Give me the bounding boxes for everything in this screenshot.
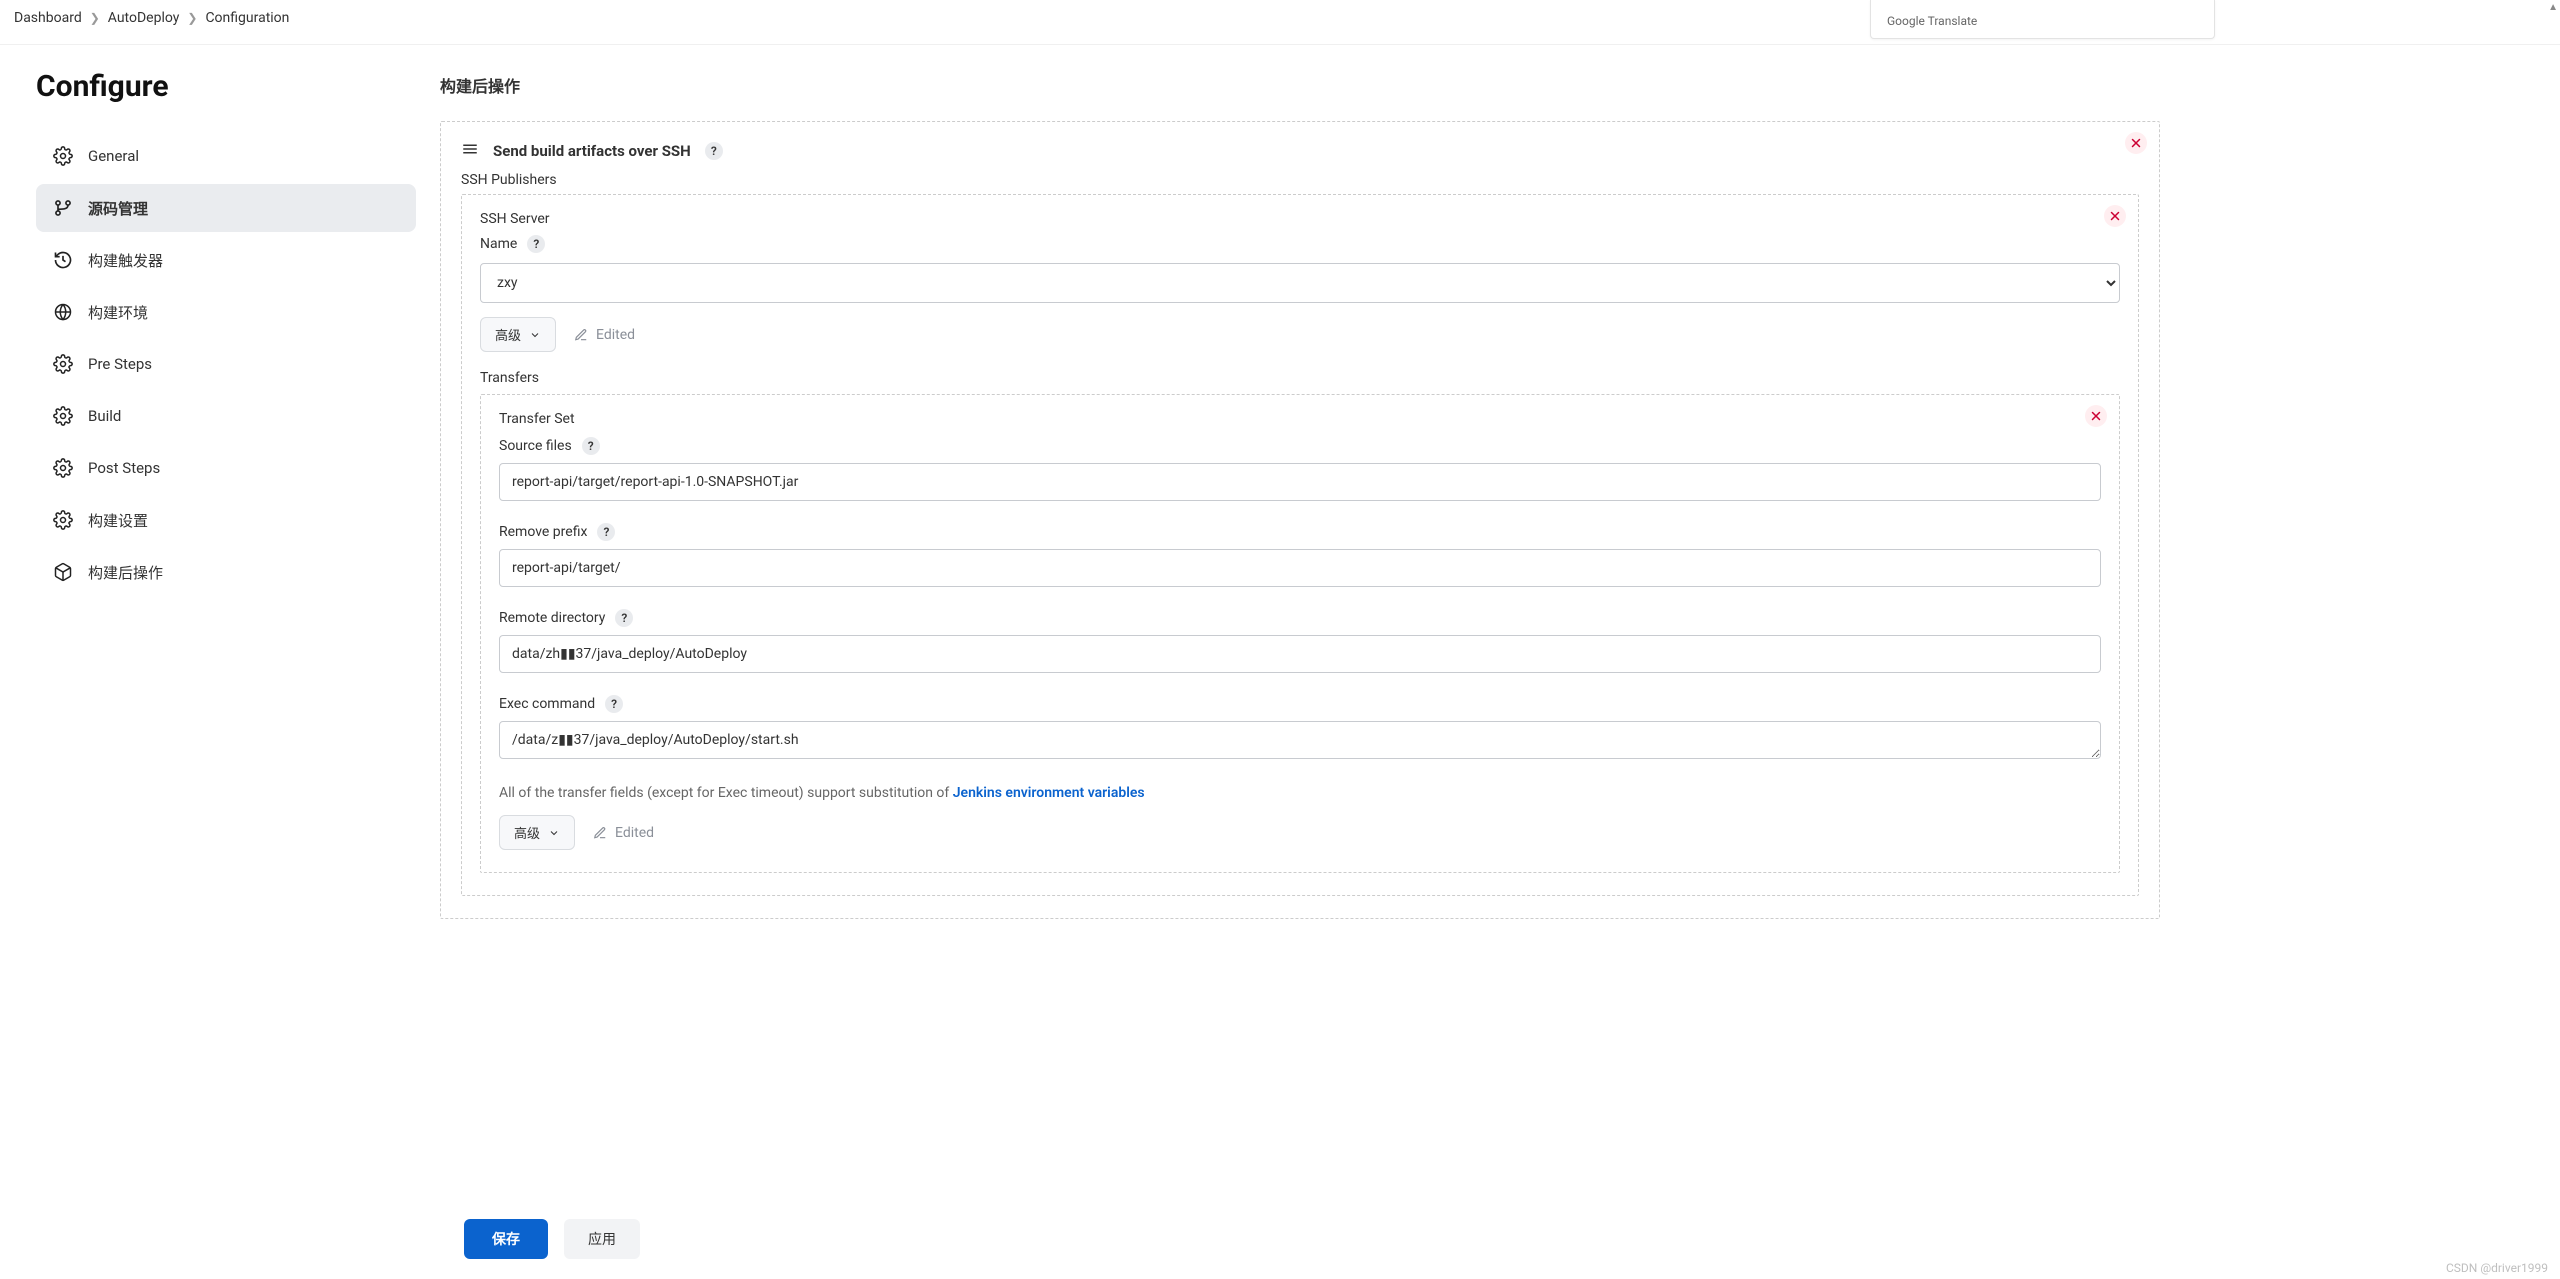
sidebar-item-label: 构建触发器 [88, 250, 163, 271]
transfers-label: Transfers [480, 370, 2120, 386]
page-title: Configure [36, 69, 416, 104]
sidebar-item-label: Pre Steps [88, 355, 152, 373]
advanced-button[interactable]: 高级 [480, 317, 556, 352]
globe-icon [52, 301, 74, 323]
sidebar-item-label: General [88, 147, 139, 165]
google-translate-chip[interactable]: Google Translate [1870, 0, 2215, 39]
jenkins-env-vars-link[interactable]: Jenkins environment variables [953, 785, 1145, 801]
breadcrumb-configuration[interactable]: Configuration [205, 10, 289, 26]
edited-indicator: Edited [593, 825, 654, 841]
ssh-server-panel: SSH Server Name ? zxy 高级 [461, 194, 2139, 896]
source-files-input[interactable] [499, 463, 2101, 501]
breadcrumb-dashboard[interactable]: Dashboard [14, 10, 82, 26]
help-icon[interactable]: ? [582, 437, 600, 455]
action-bar: 保存 应用 [440, 1199, 2560, 1279]
google-translate-label: Google Translate [1887, 14, 1977, 28]
breadcrumb-autodeploy[interactable]: AutoDeploy [108, 10, 180, 26]
watermark: CSDN @driver1999 [2446, 1261, 2548, 1275]
drag-handle-icon[interactable] [461, 140, 479, 162]
help-icon[interactable]: ? [705, 142, 723, 160]
transfer-set-panel: Transfer Set Source files ? Remove prefi… [480, 394, 2120, 873]
sidebar-item-7[interactable]: 构建设置 [36, 496, 416, 544]
remove-prefix-input[interactable] [499, 549, 2101, 587]
sidebar-item-3[interactable]: 构建环境 [36, 288, 416, 336]
sidebar-item-8[interactable]: 构建后操作 [36, 548, 416, 596]
branch-icon [52, 197, 74, 219]
history-icon [52, 249, 74, 271]
ssh-panel-title: Send build artifacts over SSH [493, 142, 691, 160]
gear-icon [52, 353, 74, 375]
main-content: 构建后操作 Send build artifacts over SSH ? SS… [440, 45, 2160, 1083]
remove-ssh-server-button[interactable] [2104, 205, 2126, 227]
package-icon [52, 561, 74, 583]
chevron-right-icon: ❯ [187, 11, 197, 25]
sidebar-item-2[interactable]: 构建触发器 [36, 236, 416, 284]
sidebar-item-label: Build [88, 407, 121, 425]
sidebar-item-label: 构建后操作 [88, 562, 163, 583]
remote-directory-input[interactable] [499, 635, 2101, 673]
ssh-server-select[interactable]: zxy [480, 263, 2120, 303]
help-icon[interactable]: ? [597, 523, 615, 541]
sidebar-item-label: 构建环境 [88, 302, 148, 323]
remove-transfer-set-button[interactable] [2085, 405, 2107, 427]
gear-icon [52, 457, 74, 479]
ssh-server-heading: SSH Server [480, 211, 2120, 227]
sidebar-item-6[interactable]: Post Steps [36, 444, 416, 492]
remove-ssh-block-button[interactable] [2125, 132, 2147, 154]
edited-indicator: Edited [574, 327, 635, 343]
remote-directory-label: Remote directory [499, 610, 605, 626]
transfer-hint: All of the transfer fields (except for E… [499, 785, 2101, 801]
transfer-set-heading: Transfer Set [499, 411, 2101, 427]
sidebar-item-5[interactable]: Build [36, 392, 416, 440]
sidebar-item-0[interactable]: General [36, 132, 416, 180]
apply-button[interactable]: 应用 [564, 1219, 640, 1259]
sidebar-item-label: 构建设置 [88, 510, 148, 531]
sidebar-item-4[interactable]: Pre Steps [36, 340, 416, 388]
sidebar: Configure General 源码管理构建触发器构建环境 Pre Steps B… [0, 45, 440, 1083]
remove-prefix-label: Remove prefix [499, 524, 587, 540]
section-title: 构建后操作 [440, 73, 2160, 97]
gear-icon [52, 509, 74, 531]
gear-icon [52, 145, 74, 167]
help-icon[interactable]: ? [615, 609, 633, 627]
chevron-right-icon: ❯ [90, 11, 100, 25]
ssh-artifacts-panel: Send build artifacts over SSH ? SSH Publ… [440, 121, 2160, 919]
help-icon[interactable]: ? [605, 695, 623, 713]
sidebar-item-label: 源码管理 [88, 198, 148, 219]
ssh-publishers-label: SSH Publishers [461, 172, 2139, 188]
source-files-label: Source files [499, 438, 572, 454]
advanced-button[interactable]: 高级 [499, 815, 575, 850]
exec-command-label: Exec command [499, 696, 595, 712]
exec-command-input[interactable] [499, 721, 2101, 759]
save-button[interactable]: 保存 [464, 1219, 548, 1259]
sidebar-item-1[interactable]: 源码管理 [36, 184, 416, 232]
scroll-indicator: ▲ [2548, 2, 2558, 13]
ssh-server-name-label: Name [480, 236, 517, 252]
help-icon[interactable]: ? [527, 235, 545, 253]
gear-icon [52, 405, 74, 427]
sidebar-item-label: Post Steps [88, 459, 160, 477]
